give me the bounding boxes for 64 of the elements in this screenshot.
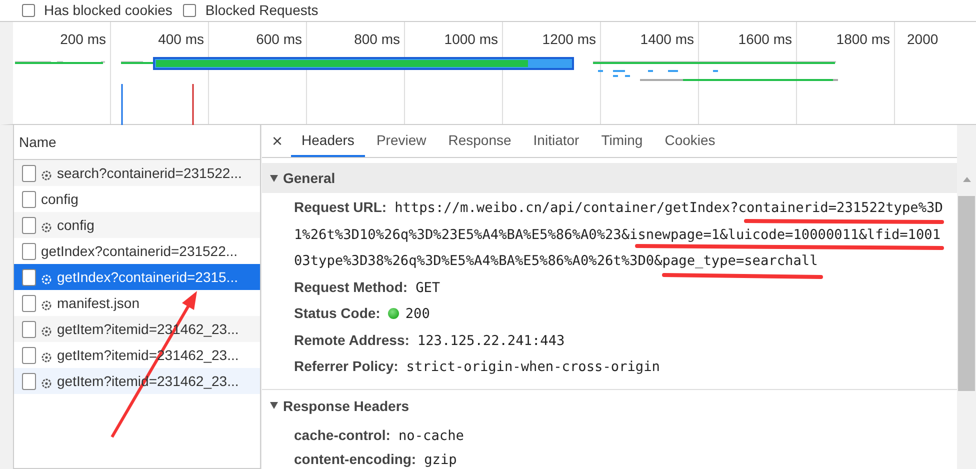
checkbox[interactable] [22,4,35,17]
request-name: getIndex?containerid=231522... [41,243,238,259]
header-value: no-cache [398,428,464,444]
file-icon [22,216,36,234]
request-name: config [41,191,78,207]
header-value: 200 [405,306,430,322]
checkbox-label[interactable]: Blocked Requests [205,2,318,18]
file-icon [22,294,36,312]
header-value: https://m.weibo.cn/api/container/getIndex?containerid=231522type%3D [394,200,943,216]
header-name: Referrer Policy: [294,358,398,374]
time-tick-label: 1800 ms [836,30,890,47]
header-value: strict-origin-when-cross-origin [406,359,660,375]
request-row[interactable]: config [14,212,260,238]
header-name: Request Method: [294,278,408,294]
request-row[interactable]: search?containerid=231522... [14,160,260,186]
file-icon [22,372,36,390]
file-icon [22,320,36,338]
time-tick-label: 1000 ms [444,30,498,47]
triangle-icon[interactable] [270,174,278,182]
header-value: 123.125.22.241:443 [417,332,565,348]
header-name: content-encoding: [294,450,416,466]
checkbox[interactable] [183,4,196,17]
status-dot-icon [388,308,400,319]
request-name: getIndex?containerid=2315... [57,269,238,285]
header-name: Status Code: [294,305,380,321]
request-row[interactable]: getIndex?containerid=231522... [14,238,260,264]
time-tick-label: 800 ms [354,30,400,47]
time-tick-label: 200 ms [60,30,106,47]
request-name: search?containerid=231522... [57,165,242,181]
header-value: gzip [424,452,457,468]
tab[interactable]: Timing [590,125,654,157]
tab[interactable]: Initiator [522,125,590,157]
header-name: Request URL: [294,199,387,215]
file-icon [22,242,36,260]
file-icon [22,164,36,182]
time-tick-label: 1400 ms [640,30,694,47]
scrollbar-thumb[interactable] [958,196,975,391]
request-row[interactable]: config [14,186,260,212]
header-name: cache-control: [294,426,390,442]
header-value: 1%26t%3D10%26q%3D%23E5%A4%BA%E5%86%A0%23&isnewpage=1&luicode=10000011&lfid=1001 [294,226,941,242]
close-button[interactable]: × [272,125,291,157]
header-value: 03type%3D38%26q%3D%E5%A4%BA%E5%86%A0%26t%3D0&page_type=searchall [294,253,818,269]
request-row[interactable]: getIndex?containerid=2315... [14,264,260,290]
file-icon [22,190,36,208]
request-name: config [57,217,94,233]
time-tick-label: 600 ms [256,30,302,47]
header-name: Remote Address: [294,332,410,348]
time-tick-label: 2000 [907,30,938,47]
time-tick-label: 400 ms [158,30,204,47]
request-row[interactable]: manifest.json [14,290,260,316]
request-name: manifest.json [57,295,140,311]
tab[interactable]: Cookies [654,125,726,157]
time-tick-label: 1200 ms [542,30,596,47]
header-value: GET [416,280,440,296]
file-icon [22,346,36,364]
triangle-icon[interactable] [270,402,278,409]
checkbox-label[interactable]: Has blocked cookies [44,2,172,18]
tab[interactable]: Headers [290,125,366,157]
time-tick-label: 1600 ms [738,30,792,47]
file-icon [22,268,36,286]
tab[interactable]: Preview [365,125,438,157]
section-title[interactable]: General [283,170,336,186]
section-title[interactable]: Response Headers [283,398,410,414]
tab[interactable]: Response [437,125,522,157]
